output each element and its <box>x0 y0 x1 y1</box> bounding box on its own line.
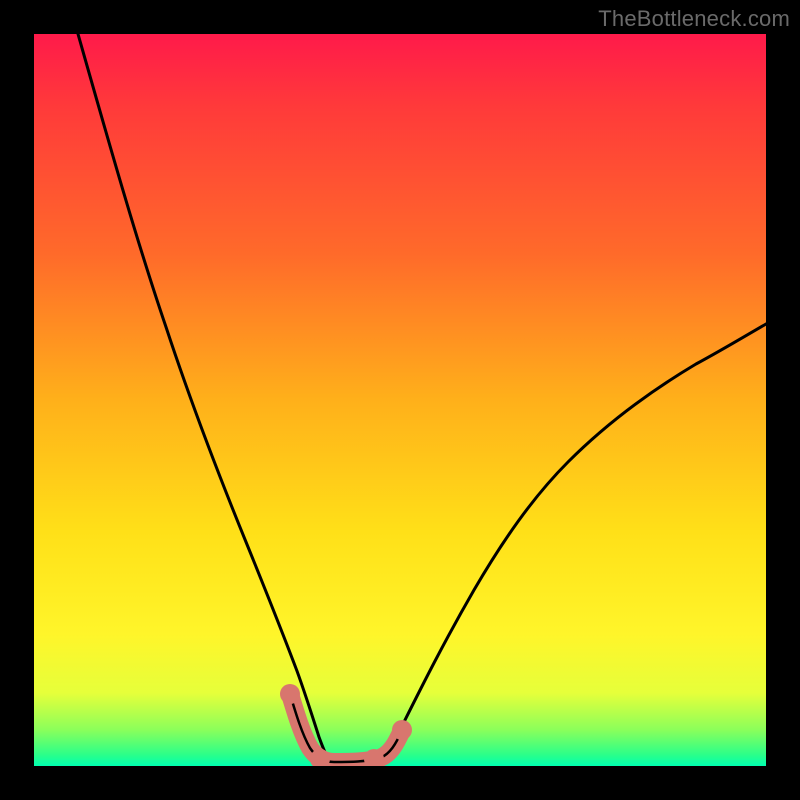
optimal-band <box>290 694 402 762</box>
optimal-band-dot-right <box>392 720 412 740</box>
chart-svg <box>34 34 766 766</box>
optimal-band-dot-left <box>280 684 300 704</box>
watermark-text: TheBottleneck.com <box>598 6 790 32</box>
plot-area <box>34 34 766 766</box>
bottleneck-curve <box>78 34 766 759</box>
chart-frame: TheBottleneck.com <box>0 0 800 800</box>
